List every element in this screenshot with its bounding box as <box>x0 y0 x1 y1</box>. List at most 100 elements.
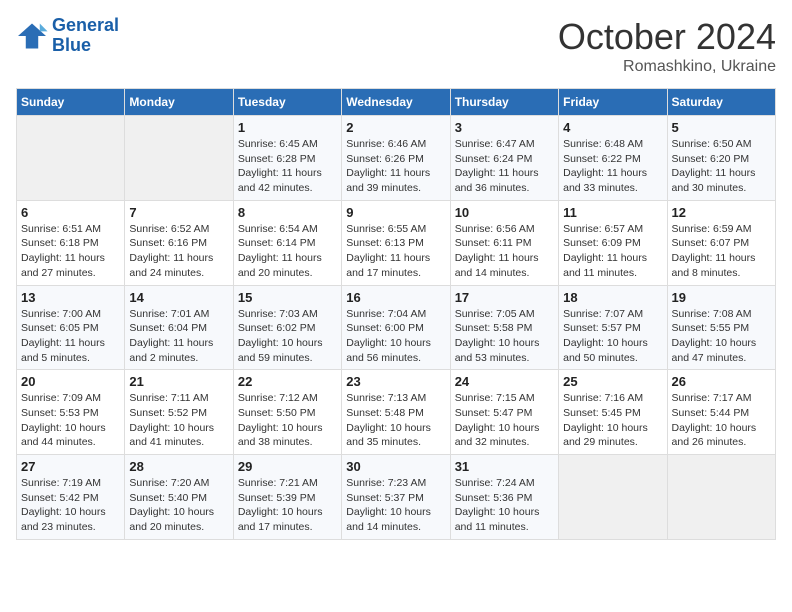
calendar-cell: 20 Sunrise: 7:09 AM Sunset: 5:53 PM Dayli… <box>17 370 125 455</box>
day-info: Sunrise: 6:46 AM Sunset: 6:26 PM Dayligh… <box>346 137 445 196</box>
logo-icon <box>16 22 48 50</box>
day-number: 27 <box>21 459 120 474</box>
day-number: 11 <box>563 205 662 220</box>
day-number: 18 <box>563 290 662 305</box>
calendar-cell: 11 Sunrise: 6:57 AM Sunset: 6:09 PM Dayli… <box>559 200 667 285</box>
day-number: 19 <box>672 290 771 305</box>
weekday-header: Tuesday <box>233 89 341 116</box>
day-number: 22 <box>238 374 337 389</box>
logo-line1: General <box>52 15 119 35</box>
calendar-cell: 12 Sunrise: 6:59 AM Sunset: 6:07 PM Dayli… <box>667 200 775 285</box>
day-number: 6 <box>21 205 120 220</box>
calendar-cell: 14 Sunrise: 7:01 AM Sunset: 6:04 PM Dayli… <box>125 285 233 370</box>
day-info: Sunrise: 7:15 AM Sunset: 5:47 PM Dayligh… <box>455 391 554 450</box>
calendar-cell: 26Sunrise: 7:17 AM Sunset: 5:44 PM Dayli… <box>667 370 775 455</box>
calendar-table: SundayMondayTuesdayWednesdayThursdayFrid… <box>16 88 776 540</box>
day-info: Sunrise: 7:17 AM Sunset: 5:44 PM Dayligh… <box>672 391 771 450</box>
day-number: 17 <box>455 290 554 305</box>
day-info: Sunrise: 7:21 AM Sunset: 5:39 PM Dayligh… <box>238 476 337 535</box>
day-number: 14 <box>129 290 228 305</box>
calendar-cell: 6 Sunrise: 6:51 AM Sunset: 6:18 PM Daylig… <box>17 200 125 285</box>
day-info: Sunrise: 7:24 AM Sunset: 5:36 PM Dayligh… <box>455 476 554 535</box>
calendar-cell: 2 Sunrise: 6:46 AM Sunset: 6:26 PM Daylig… <box>342 116 450 201</box>
day-info: Sunrise: 7:20 AM Sunset: 5:40 PM Dayligh… <box>129 476 228 535</box>
weekday-header: Saturday <box>667 89 775 116</box>
logo: General Blue <box>16 16 119 56</box>
day-info: Sunrise: 7:13 AM Sunset: 5:48 PM Dayligh… <box>346 391 445 450</box>
calendar-cell <box>559 455 667 540</box>
day-number: 10 <box>455 205 554 220</box>
calendar-cell: 3 Sunrise: 6:47 AM Sunset: 6:24 PM Daylig… <box>450 116 558 201</box>
calendar-cell <box>125 116 233 201</box>
calendar-cell: 27 Sunrise: 7:19 AM Sunset: 5:42 PM Dayli… <box>17 455 125 540</box>
calendar-cell <box>667 455 775 540</box>
calendar-cell: 18 Sunrise: 7:07 AM Sunset: 5:57 PM Dayli… <box>559 285 667 370</box>
calendar-cell: 13 Sunrise: 7:00 AM Sunset: 6:05 PM Dayli… <box>17 285 125 370</box>
calendar-cell: 15 Sunrise: 7:03 AM Sunset: 6:02 PM Dayli… <box>233 285 341 370</box>
day-number: 28 <box>129 459 228 474</box>
weekday-header: Monday <box>125 89 233 116</box>
day-info: Sunrise: 6:57 AM Sunset: 6:09 PM Dayligh… <box>563 222 662 281</box>
day-number: 16 <box>346 290 445 305</box>
day-info: Sunrise: 6:59 AM Sunset: 6:07 PM Dayligh… <box>672 222 771 281</box>
calendar-cell: 16 Sunrise: 7:04 AM Sunset: 6:00 PM Dayli… <box>342 285 450 370</box>
day-info: Sunrise: 6:55 AM Sunset: 6:13 PM Dayligh… <box>346 222 445 281</box>
day-info: Sunrise: 6:51 AM Sunset: 6:18 PM Dayligh… <box>21 222 120 281</box>
calendar-cell: 23 Sunrise: 7:13 AM Sunset: 5:48 PM Dayli… <box>342 370 450 455</box>
day-info: Sunrise: 7:01 AM Sunset: 6:04 PM Dayligh… <box>129 307 228 366</box>
calendar-cell: 22 Sunrise: 7:12 AM Sunset: 5:50 PM Dayli… <box>233 370 341 455</box>
day-info: Sunrise: 7:16 AM Sunset: 5:45 PM Dayligh… <box>563 391 662 450</box>
day-info: Sunrise: 7:19 AM Sunset: 5:42 PM Dayligh… <box>21 476 120 535</box>
day-number: 29 <box>238 459 337 474</box>
weekday-header: Thursday <box>450 89 558 116</box>
day-info: Sunrise: 7:11 AM Sunset: 5:52 PM Dayligh… <box>129 391 228 450</box>
calendar-cell: 29 Sunrise: 7:21 AM Sunset: 5:39 PM Dayli… <box>233 455 341 540</box>
calendar-cell: 25 Sunrise: 7:16 AM Sunset: 5:45 PM Dayli… <box>559 370 667 455</box>
calendar-cell: 10 Sunrise: 6:56 AM Sunset: 6:11 PM Dayli… <box>450 200 558 285</box>
calendar-cell: 24Sunrise: 7:15 AM Sunset: 5:47 PM Dayli… <box>450 370 558 455</box>
logo-line2: Blue <box>52 35 91 55</box>
day-info: Sunrise: 6:48 AM Sunset: 6:22 PM Dayligh… <box>563 137 662 196</box>
day-info: Sunrise: 7:07 AM Sunset: 5:57 PM Dayligh… <box>563 307 662 366</box>
day-info: Sunrise: 7:09 AM Sunset: 5:53 PM Dayligh… <box>21 391 120 450</box>
weekday-header: Friday <box>559 89 667 116</box>
calendar-cell: 21 Sunrise: 7:11 AM Sunset: 5:52 PM Dayli… <box>125 370 233 455</box>
day-number: 4 <box>563 120 662 135</box>
day-number: 20 <box>21 374 120 389</box>
day-info: Sunrise: 7:04 AM Sunset: 6:00 PM Dayligh… <box>346 307 445 366</box>
day-info: Sunrise: 7:03 AM Sunset: 6:02 PM Dayligh… <box>238 307 337 366</box>
calendar-cell: 5Sunrise: 6:50 AM Sunset: 6:20 PM Daylig… <box>667 116 775 201</box>
calendar-cell: 4 Sunrise: 6:48 AM Sunset: 6:22 PM Daylig… <box>559 116 667 201</box>
day-number: 8 <box>238 205 337 220</box>
calendar-cell <box>17 116 125 201</box>
day-info: Sunrise: 6:45 AM Sunset: 6:28 PM Dayligh… <box>238 137 337 196</box>
calendar-cell: 7 Sunrise: 6:52 AM Sunset: 6:16 PM Daylig… <box>125 200 233 285</box>
day-number: 21 <box>129 374 228 389</box>
calendar-cell: 19Sunrise: 7:08 AM Sunset: 5:55 PM Dayli… <box>667 285 775 370</box>
calendar-cell: 8 Sunrise: 6:54 AM Sunset: 6:14 PM Daylig… <box>233 200 341 285</box>
day-number: 12 <box>672 205 771 220</box>
calendar-cell: 9Sunrise: 6:55 AM Sunset: 6:13 PM Daylig… <box>342 200 450 285</box>
day-number: 25 <box>563 374 662 389</box>
page-header: General Blue October 2024 Romashkino, Uk… <box>16 16 776 76</box>
weekday-header: Sunday <box>17 89 125 116</box>
day-info: Sunrise: 6:56 AM Sunset: 6:11 PM Dayligh… <box>455 222 554 281</box>
day-number: 30 <box>346 459 445 474</box>
day-number: 5 <box>672 120 771 135</box>
day-info: Sunrise: 6:47 AM Sunset: 6:24 PM Dayligh… <box>455 137 554 196</box>
day-number: 3 <box>455 120 554 135</box>
day-number: 23 <box>346 374 445 389</box>
day-info: Sunrise: 6:54 AM Sunset: 6:14 PM Dayligh… <box>238 222 337 281</box>
day-number: 1 <box>238 120 337 135</box>
weekday-header: Wednesday <box>342 89 450 116</box>
day-number: 2 <box>346 120 445 135</box>
day-number: 13 <box>21 290 120 305</box>
day-info: Sunrise: 7:23 AM Sunset: 5:37 PM Dayligh… <box>346 476 445 535</box>
day-number: 7 <box>129 205 228 220</box>
calendar-body: 1 Sunrise: 6:45 AM Sunset: 6:28 PM Daylig… <box>17 116 776 540</box>
day-number: 15 <box>238 290 337 305</box>
day-info: Sunrise: 6:52 AM Sunset: 6:16 PM Dayligh… <box>129 222 228 281</box>
month-title: October 2024 <box>558 16 776 58</box>
day-info: Sunrise: 7:00 AM Sunset: 6:05 PM Dayligh… <box>21 307 120 366</box>
day-info: Sunrise: 7:12 AM Sunset: 5:50 PM Dayligh… <box>238 391 337 450</box>
